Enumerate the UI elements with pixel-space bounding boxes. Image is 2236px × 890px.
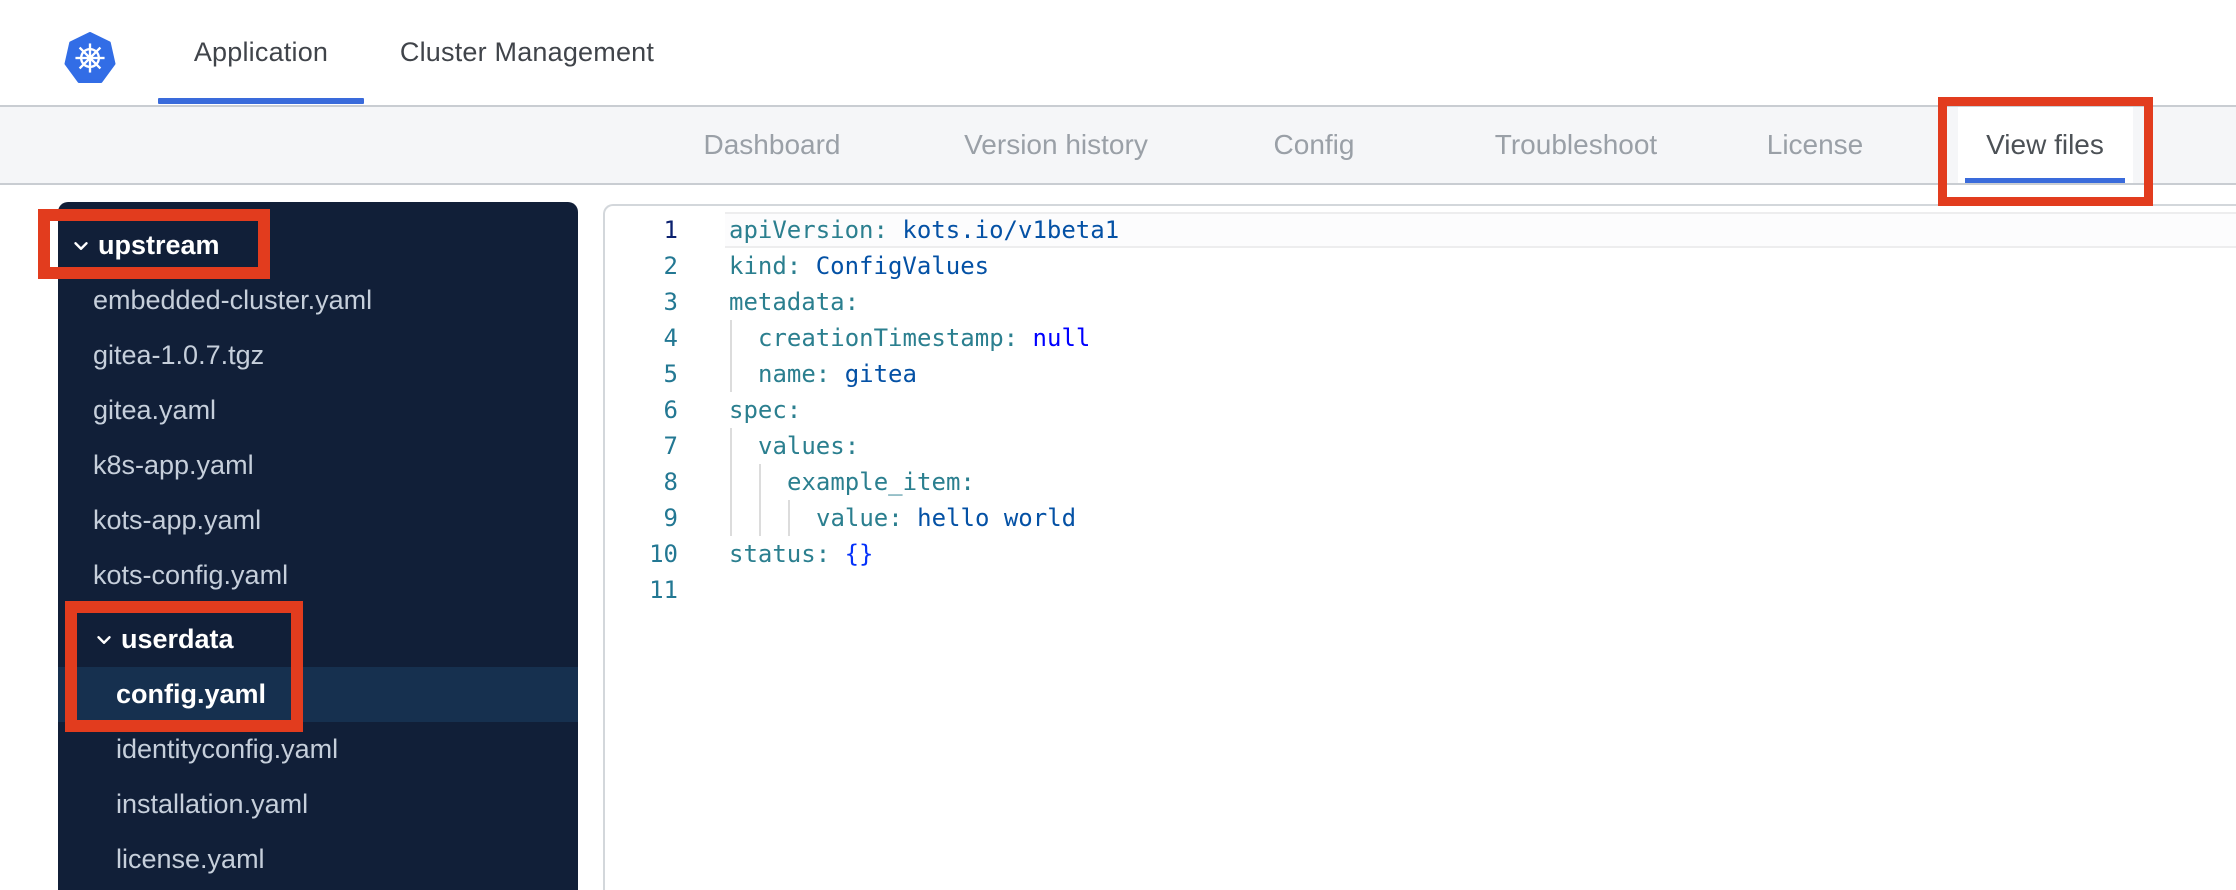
indent-guide: [730, 428, 732, 464]
tree-item-label: config.yaml: [116, 679, 267, 709]
yaml-key: spec:: [729, 396, 802, 424]
tree-file-embedded-cluster-yaml[interactable]: embedded-cluster.yaml: [58, 273, 578, 328]
subnav-tab-dashboard[interactable]: Dashboard: [704, 107, 841, 183]
tree-item-label: kots-app.yaml: [93, 505, 262, 535]
yaml-key: values:: [758, 432, 860, 460]
yaml-value: kots.io/v1beta1: [887, 216, 1120, 244]
code-line-8: example_item:: [729, 464, 2236, 500]
code-line-4: creationTimestamp: null: [729, 320, 2236, 356]
tree-item-label: k8s-app.yaml: [93, 450, 254, 480]
yaml-value: {}: [830, 540, 874, 568]
tree-file-kots-app-yaml[interactable]: kots-app.yaml: [58, 493, 578, 548]
tree-file-license-yaml[interactable]: license.yaml: [58, 832, 578, 887]
subnav-tab-license[interactable]: License: [1767, 107, 1864, 183]
tree-file-identityconfig-yaml[interactable]: identityconfig.yaml: [58, 722, 578, 777]
indent-guide: [730, 464, 732, 500]
yaml-value: ConfigValues: [801, 252, 990, 280]
indent-guide: [730, 500, 732, 536]
tree-file-gitea-yaml[interactable]: gitea.yaml: [58, 383, 578, 438]
code-line-7: values:: [729, 428, 2236, 464]
code-line-10: status: {}: [729, 536, 2236, 572]
tree-item-label: embedded-cluster.yaml: [93, 285, 373, 315]
file-tree-sidebar: upstream embedded-cluster.yaml gitea-1.0.7…: [58, 202, 578, 890]
subnav-tab-config[interactable]: Config: [1274, 107, 1355, 183]
tree-item-label: upstream: [98, 230, 220, 260]
tree-item-label: identityconfig.yaml: [116, 734, 339, 764]
tree-item-label: license.yaml: [116, 844, 265, 874]
code-line-3: metadata:: [729, 284, 2236, 320]
indent-guide: [759, 500, 761, 536]
line-number: 9: [663, 504, 678, 532]
app-root: { "header": { "logo": "kubernetes-logo",…: [0, 0, 2236, 890]
tree-item-label: gitea.yaml: [93, 395, 217, 425]
line-number: 7: [663, 432, 678, 460]
tree-file-k8s-app-yaml[interactable]: k8s-app.yaml: [58, 438, 578, 493]
code-line-9: value: hello world: [729, 500, 2236, 536]
code-line-1: apiVersion: kots.io/v1beta1: [729, 212, 2236, 248]
yaml-key: apiVersion:: [729, 216, 888, 244]
app-subnav: Dashboard Version history Config Troublesho…: [0, 107, 2236, 185]
indent-guide: [730, 320, 732, 356]
kubernetes-logo-icon[interactable]: [64, 32, 116, 84]
code-line-5: name: gitea: [729, 356, 2236, 392]
tree-file-installation-yaml[interactable]: installation.yaml: [58, 777, 578, 832]
yaml-key: creationTimestamp:: [758, 324, 1019, 352]
subnav-tab-view-files[interactable]: View files: [1986, 107, 2104, 183]
tree-file-kots-config-yaml[interactable]: kots-config.yaml: [58, 548, 578, 603]
code-line-6: spec:: [729, 392, 2236, 428]
yaml-value: hello world: [902, 504, 1077, 532]
line-number: 3: [663, 288, 678, 316]
code-content[interactable]: apiVersion: kots.io/v1beta1 kind: ConfigV…: [729, 212, 2236, 608]
yaml-key: kind:: [729, 252, 802, 280]
yaml-value: gitea: [830, 360, 917, 388]
yaml-key: value:: [816, 504, 903, 532]
top-bar: Application Cluster Management: [0, 0, 2236, 107]
tree-item-label: installation.yaml: [116, 789, 309, 819]
line-number: 11: [649, 576, 678, 604]
line-number: 5: [663, 360, 678, 388]
indent-guide: [759, 464, 761, 500]
line-number: 10: [649, 540, 678, 568]
line-number: 6: [663, 396, 678, 424]
tree-item-label: gitea-1.0.7.tgz: [93, 340, 265, 370]
subnav-tab-troubleshoot[interactable]: Troubleshoot: [1495, 107, 1657, 183]
tree-folder-upstream[interactable]: upstream: [58, 218, 578, 273]
line-number: 4: [663, 324, 678, 352]
tab-application[interactable]: Application: [158, 0, 364, 105]
tree-item-label: userdata: [121, 624, 234, 654]
yaml-file-viewer[interactable]: 1 2 3 4 5 6 7 8 9 10 11 apiVersion: kots.io/v1beta…: [603, 204, 2236, 890]
active-tab-underline: [158, 98, 364, 104]
yaml-key: example_item:: [787, 468, 975, 496]
indent-guide: [730, 356, 732, 392]
line-number: 2: [663, 252, 678, 280]
subnav-tab-version-history[interactable]: Version history: [964, 107, 1148, 183]
line-number-gutter[interactable]: 1 2 3 4 5 6 7 8 9 10 11: [605, 212, 678, 608]
tree-item-label: kots-config.yaml: [93, 560, 289, 590]
yaml-value: null: [1018, 324, 1091, 352]
indent-guide: [788, 500, 790, 536]
line-number: 8: [663, 468, 678, 496]
tree-file-config-yaml[interactable]: config.yaml: [58, 667, 578, 722]
subnav-active-underline: [1965, 178, 2125, 183]
tree-folder-userdata[interactable]: userdata: [58, 612, 578, 667]
tree-file-gitea-1-0-7-tgz[interactable]: gitea-1.0.7.tgz: [58, 328, 578, 383]
chevron-down-icon: [93, 629, 117, 651]
yaml-key: status:: [729, 540, 831, 568]
chevron-down-icon: [70, 235, 94, 257]
yaml-key: metadata:: [729, 288, 860, 316]
line-number: 1: [663, 216, 678, 244]
code-line-2: kind: ConfigValues: [729, 248, 2236, 284]
yaml-key: name:: [758, 360, 831, 388]
tab-cluster-management[interactable]: Cluster Management: [386, 0, 668, 105]
